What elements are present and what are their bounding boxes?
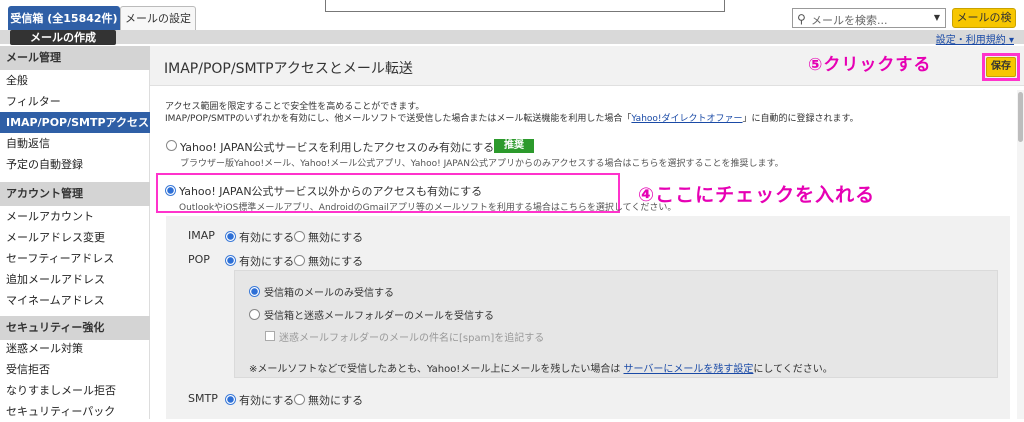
imap-on-label[interactable]: 有効にする bbox=[239, 229, 294, 245]
sidebar-item-extra-address[interactable]: 追加メールアドレス bbox=[0, 269, 150, 290]
pop-note: ※メールソフトなどで受信したあとも、Yahoo!メール上にメールを残したい場合は… bbox=[249, 364, 833, 375]
sidebar-section-security: セキュリティー強化 bbox=[0, 316, 150, 340]
smtp-on-label[interactable]: 有効にする bbox=[239, 392, 294, 408]
search-button[interactable]: メールの検索 bbox=[952, 8, 1016, 42]
tab-settings[interactable]: メールの設定 bbox=[120, 6, 196, 30]
save-highlight: 保存 bbox=[982, 53, 1020, 81]
pop-off-label[interactable]: 無効にする bbox=[308, 253, 363, 269]
page-title: IMAP/POP/SMTPアクセスとメール転送 bbox=[164, 61, 413, 77]
option-official-only-label[interactable]: Yahoo! JAPAN公式サービスを利用したアクセスのみ有効にする bbox=[180, 139, 494, 155]
imap-off-label[interactable]: 無効にする bbox=[308, 229, 363, 245]
intro-text-2: IMAP/POP/SMTPのいずれかを有効にし、他メールソフトで送受信した場合ま… bbox=[165, 114, 859, 124]
sidebar-item-block[interactable]: 受信拒否 bbox=[0, 359, 150, 380]
scrollbar-thumb[interactable] bbox=[1018, 92, 1023, 142]
annotation-step5: ⑤クリックする bbox=[808, 55, 932, 75]
search-input[interactable]: ⚲ メールを検索... ▼ bbox=[792, 8, 946, 28]
popup-frame bbox=[325, 0, 725, 12]
sidebar-section-account: アカウント管理 bbox=[0, 182, 150, 206]
spam-tag-label[interactable]: 迷惑メールフォルダーのメールの件名に[spam]を追記する bbox=[279, 329, 544, 344]
pop-inbox-only-label[interactable]: 受信箱のメールのみ受信する bbox=[264, 284, 394, 299]
sidebar-item-address-change[interactable]: メールアドレス変更 bbox=[0, 227, 150, 248]
imap-on-radio[interactable] bbox=[225, 231, 236, 242]
imap-label: IMAP bbox=[188, 229, 215, 242]
compose-button[interactable]: メールの作成 bbox=[10, 30, 116, 45]
option-official-only-radio[interactable] bbox=[166, 140, 177, 151]
smtp-on-radio[interactable] bbox=[225, 394, 236, 405]
top-bar: 受信箱 (全15842件) メールの設定 ⚲ メールを検索... ▼ メールの検… bbox=[0, 0, 1024, 42]
smtp-label: SMTP bbox=[188, 392, 218, 405]
search-placeholder: メールを検索... bbox=[811, 14, 888, 27]
sidebar-item-schedule[interactable]: 予定の自動登録 bbox=[0, 154, 150, 175]
search-icon: ⚲ bbox=[797, 12, 806, 26]
smtp-off-radio[interactable] bbox=[294, 394, 305, 405]
pop-inbox-only-radio[interactable] bbox=[249, 286, 260, 297]
smtp-off-label[interactable]: 無効にする bbox=[308, 392, 363, 408]
option-all-desc: OutlookやiOS標準メールアプリ、AndroidのGmailアプリ等のメー… bbox=[179, 203, 677, 213]
chevron-down-icon[interactable]: ▼ bbox=[934, 13, 940, 22]
sidebar-item-myname-address[interactable]: マイネームアドレス bbox=[0, 290, 150, 311]
save-button[interactable]: 保存 bbox=[986, 57, 1016, 77]
spam-tag-checkbox[interactable] bbox=[265, 331, 275, 341]
sidebar-item-filter[interactable]: フィルター bbox=[0, 91, 150, 112]
option-all-label[interactable]: Yahoo! JAPAN公式サービス以外からのアクセスも有効にする bbox=[179, 183, 482, 199]
help-link[interactable]: 設定・利用規約 ▾ bbox=[936, 31, 1014, 46]
pop-on-radio[interactable] bbox=[225, 255, 236, 266]
keep-on-server-link[interactable]: サーバーにメールを残す設定 bbox=[624, 364, 754, 375]
pop-on-label[interactable]: 有効にする bbox=[239, 253, 294, 269]
tab-inbox[interactable]: 受信箱 (全15842件) bbox=[8, 6, 120, 30]
option-all-radio[interactable] bbox=[165, 185, 176, 196]
sidebar-item-imap[interactable]: IMAP/POP/SMTPアクセスと… bbox=[0, 112, 150, 150]
toolbar-strip bbox=[0, 30, 1024, 44]
sidebar-item-spoof[interactable]: なりすましメール拒否 bbox=[0, 380, 150, 401]
sidebar-item-spam[interactable]: 迷惑メール対策 bbox=[0, 338, 150, 359]
pop-inbox-spam-label[interactable]: 受信箱と迷惑メールフォルダーのメールを受信する bbox=[264, 307, 494, 322]
sidebar-section-mail: メール管理 bbox=[0, 46, 150, 70]
sidebar-item-safety-address[interactable]: セーフティーアドレス bbox=[0, 248, 150, 269]
option-official-only-desc: ブラウザー版Yahoo!メール、Yahoo!メール公式アプリ、Yahoo! JA… bbox=[180, 159, 784, 169]
sidebar-item-auto-reply[interactable]: 自動返信 bbox=[0, 133, 150, 154]
annotation-step4: ④ここにチェックを入れる bbox=[638, 184, 876, 206]
sidebar-item-mail-account[interactable]: メールアカウント bbox=[0, 206, 150, 227]
direct-offer-link[interactable]: Yahoo!ダイレクトオファー bbox=[631, 114, 742, 124]
pop-label: POP bbox=[188, 253, 210, 266]
title-bar: IMAP/POP/SMTPアクセスとメール転送 ⑤クリックする 保存 bbox=[150, 46, 1024, 86]
imap-off-radio[interactable] bbox=[294, 231, 305, 242]
recommended-badge: 推奨 bbox=[494, 139, 534, 153]
pop-inbox-spam-radio[interactable] bbox=[249, 309, 260, 320]
pop-off-radio[interactable] bbox=[294, 255, 305, 266]
settings-sidebar: メール管理 全般 フィルター IMAP/POP/SMTPアクセスと… 自動返信 … bbox=[0, 46, 150, 419]
sidebar-item-general[interactable]: 全般 bbox=[0, 70, 150, 91]
